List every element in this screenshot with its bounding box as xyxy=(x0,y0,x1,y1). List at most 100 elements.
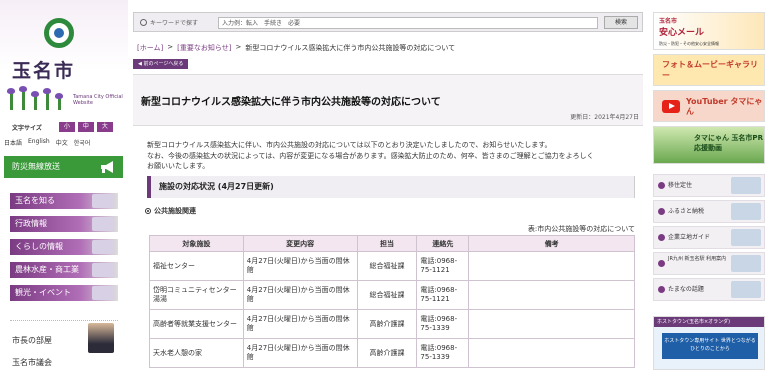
breadcrumb-home-link[interactable]: [ホーム] xyxy=(137,43,163,53)
cell-change: 4月27日(火曜日)から当面の間休館 xyxy=(242,251,358,281)
title-box: 新型コロナウイルス感染拡大に伴う市内公共施設等の対応について 更新日：2021年… xyxy=(133,74,643,126)
updated-date: 更新日：2021年4月27日 xyxy=(570,114,639,121)
city-name-english: Tamana City Official Website xyxy=(73,94,123,106)
section-heading: 施設の対応状況 (4月27日更新) xyxy=(147,176,635,198)
back-button[interactable]: ◀ 前のページへ戻る xyxy=(133,59,189,69)
language-selector: 日本語 English 中文 한국어 xyxy=(4,138,90,147)
mayor-link[interactable]: 市長の部屋 xyxy=(10,320,118,353)
lang-english-link[interactable]: English xyxy=(28,138,50,147)
col-header-contact: 連絡先 xyxy=(416,235,470,252)
nav-item-label: 行政情報 xyxy=(15,219,47,228)
col-header-change: 変更内容 xyxy=(242,235,358,252)
nav-item-label: 農林水産・商工業 xyxy=(15,265,79,274)
banner-title: フォト＆ムービーギャラリー xyxy=(662,60,758,80)
font-size-selector: 文字サイズ 小 中 大 xyxy=(12,122,113,132)
search-label-text: キーワードで探す xyxy=(150,20,199,27)
breadcrumb-separator: > xyxy=(235,43,242,51)
cell-note xyxy=(468,309,635,339)
nav-item-tourism[interactable]: 観光・イベント xyxy=(10,285,118,301)
banner-small-text: 玉名市 xyxy=(659,18,678,25)
nav-item-label: 観光・イベント xyxy=(15,288,71,297)
host-town-header: ホストタウン(玉名市×オランダ) xyxy=(654,317,764,327)
train-icon xyxy=(731,255,761,272)
cell-facility: 高齢者等就業支援センター xyxy=(149,309,244,339)
side-item-label: 企業立地ガイド xyxy=(668,234,711,241)
disaster-radio-button[interactable]: 防災無線放送 xyxy=(4,156,123,178)
cell-contact: 電話:0968-75-1121 xyxy=(416,251,470,281)
side-item-kigyou[interactable]: 企業立地ガイド xyxy=(653,226,765,249)
cell-note xyxy=(468,251,635,281)
nav-item-label: 玉名を知る xyxy=(15,196,55,205)
page-title: 新型コロナウイルス感染拡大に伴う市内公共施設等の対応について xyxy=(141,97,441,108)
cell-change: 4月27日(火曜日)から当面の間休館 xyxy=(242,338,358,368)
banner-title: 安心メール xyxy=(659,28,705,38)
search-label: キーワードで探す xyxy=(140,18,198,27)
side-item-label: 移住定住 xyxy=(668,182,693,189)
side-item-label: ふるさと納税 xyxy=(668,208,705,215)
event-icon xyxy=(92,286,114,300)
cell-dept: 高齢介護課 xyxy=(356,309,418,339)
table-row: 天水老人憩の家 4月27日(火曜日)から当面の間休館 高齢介護課 電話:0968… xyxy=(149,338,635,368)
search-bar: キーワードで探す 入力例：転入 手続き 必要 検索 xyxy=(133,12,643,32)
banner-subtitle: 防災・防犯・その他安心安全情報 xyxy=(659,41,719,46)
anshin-mail-banner[interactable]: 玉名市 安心メール 防災・防犯・その他安心安全情報 xyxy=(653,12,765,50)
bullet-icon xyxy=(145,208,151,214)
mayor-photo xyxy=(88,323,114,353)
side-nav: 移住定住 ふるさと納税 企業立地ガイド JR九州 新玉名駅 利用案内 たまなの話… xyxy=(653,174,765,304)
table-row: 高齢者等就業支援センター 4月27日(火曜日)から当面の間休館 高齢介護課 電話… xyxy=(149,309,635,339)
banner-title: YouTuber タマにゃん xyxy=(686,97,763,116)
cell-change: 4月27日(火曜日)から当面の間休館 xyxy=(242,280,358,310)
host-town-banner[interactable]: ホストタウン(玉名市×オランダ) ホストタウン専用サイト 世界とつながるひとりの… xyxy=(653,316,765,370)
intro-text: 新型コロナウイルス感染拡大に伴い、市内公共施設の対応については以下のとおり決定い… xyxy=(147,140,637,172)
nav-item-about[interactable]: 玉名を知る xyxy=(10,193,118,209)
lang-korean-link[interactable]: 한국어 xyxy=(74,138,91,147)
youtube-banner[interactable]: YouTuber タマにゃん xyxy=(653,90,765,122)
nav-item-admin[interactable]: 行政情報 xyxy=(10,216,118,232)
search-input[interactable]: 入力例：転入 手続き 必要 xyxy=(218,17,598,29)
side-item-topics[interactable]: たまなの話題 xyxy=(653,278,765,301)
photo-gallery-banner[interactable]: フォト＆ムービーギャラリー xyxy=(653,54,765,86)
search-button[interactable]: 検索 xyxy=(604,16,638,29)
search-icon xyxy=(140,19,147,26)
cell-facility: 福祉センター xyxy=(149,251,244,281)
gift-icon xyxy=(731,203,761,220)
font-size-large-button[interactable]: 大 xyxy=(96,122,113,132)
side-item-station[interactable]: JR九州 新玉名駅 利用案内 xyxy=(653,252,765,275)
pr-video-banner[interactable]: タマにゃん 玉名市PR 応援動画 xyxy=(653,126,765,164)
side-item-label: たまなの話題 xyxy=(668,286,704,293)
lang-chinese-link[interactable]: 中文 xyxy=(56,138,68,147)
col-header-dept: 担当 xyxy=(356,235,418,252)
side-item-ijuu[interactable]: 移住定住 xyxy=(653,174,765,197)
side-item-label: JR九州 新玉名駅 利用案内 xyxy=(668,256,727,262)
megaphone-icon xyxy=(101,161,113,173)
banner-title: タマにゃん 玉名市PR 応援動画 xyxy=(694,134,763,152)
city-council-link[interactable]: 玉名市議会 xyxy=(12,357,52,368)
nav-item-life[interactable]: くらしの情報 xyxy=(10,239,118,255)
logo[interactable]: 玉名市 Tamana City Official Website xyxy=(0,0,128,118)
youtube-play-icon xyxy=(662,100,680,113)
main-nav: 玉名を知る 行政情報 くらしの情報 農林水産・商工業 観光・イベント xyxy=(10,193,118,308)
col-header-note: 備考 xyxy=(468,235,635,252)
cell-note xyxy=(468,338,635,368)
font-size-medium-button[interactable]: 中 xyxy=(77,122,94,132)
back-label: 前のページへ戻る xyxy=(143,61,184,67)
nav-item-industry[interactable]: 農林水産・商工業 xyxy=(10,262,118,278)
city-name: 玉名市 xyxy=(12,60,76,82)
cell-dept: 高齢介護課 xyxy=(356,338,418,368)
family-icon xyxy=(92,240,114,254)
lang-japanese-link[interactable]: 日本語 xyxy=(4,138,22,147)
col-header-facility: 対象施設 xyxy=(149,235,244,252)
building-icon xyxy=(92,217,114,231)
intro-line: 新型コロナウイルス感染拡大に伴い、市内公共施設の対応については以下のとおり決定い… xyxy=(147,141,552,149)
cell-facility: 天水老人憩の家 xyxy=(149,338,244,368)
people-icon xyxy=(731,177,761,194)
main-content: キーワードで探す 入力例：転入 手続き 必要 検索 [ホーム] > [重要なお知… xyxy=(133,12,643,370)
cell-dept: 総合福祉課 xyxy=(356,280,418,310)
font-size-small-button[interactable]: 小 xyxy=(58,122,75,132)
breadcrumb-separator: > xyxy=(167,43,174,51)
intro-line: なお、今後の感染拡大の状況によっては、内容が変更になる場合があります。感染拡大防… xyxy=(147,151,594,160)
side-item-furusato[interactable]: ふるさと納税 xyxy=(653,200,765,223)
subsection-label: 公共施設関連 xyxy=(154,207,196,215)
mayor-label: 市長の部屋 xyxy=(12,336,52,345)
breadcrumb-notice-link[interactable]: [重要なお知らせ] xyxy=(177,43,231,53)
